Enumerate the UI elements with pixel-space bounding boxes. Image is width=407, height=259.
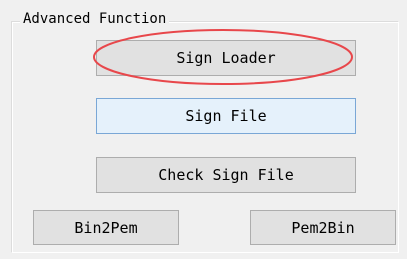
check-sign-file-button[interactable]: Check Sign File	[96, 157, 356, 193]
groupbox-title: Advanced Function	[20, 9, 170, 29]
bin2pem-button[interactable]: Bin2Pem	[33, 210, 179, 245]
pem2bin-button[interactable]: Pem2Bin	[250, 210, 396, 245]
sign-loader-button[interactable]: Sign Loader	[96, 40, 356, 76]
sign-file-button[interactable]: Sign File	[96, 98, 356, 134]
advanced-function-panel: Advanced Function Sign Loader Sign File …	[0, 0, 407, 259]
